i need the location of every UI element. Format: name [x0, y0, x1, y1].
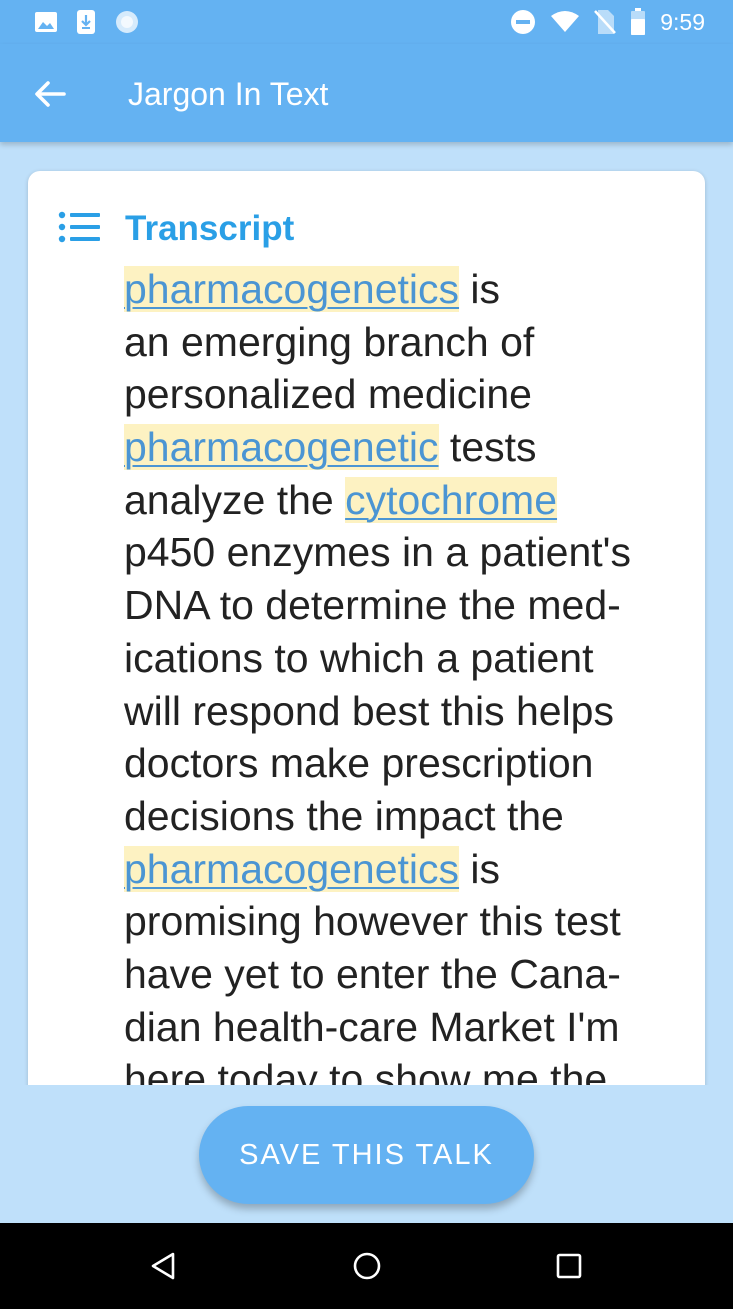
transcript-segment: DNA to determine the med-	[124, 582, 621, 629]
transcript-text: pharmacogenetics is an emerging branch of…	[124, 263, 684, 1106]
transcript-line: p450 enzymes in a patient's	[124, 526, 684, 579]
transcript-line: pharmacogenetics is	[124, 843, 684, 896]
transcript-line: decisions the impact the	[124, 790, 684, 843]
transcript-segment: an emerging branch of	[124, 318, 535, 365]
do-not-disturb-icon	[511, 10, 536, 34]
transcript-segment: is	[459, 845, 501, 892]
transcript-line: doctors make prescription	[124, 737, 684, 790]
transcript-line: promising however this test	[124, 895, 684, 948]
transcript-segment: p450 enzymes in a patient's	[124, 529, 631, 576]
jargon-term[interactable]: pharmacogenetics	[124, 266, 460, 312]
back-triangle-icon	[151, 1252, 175, 1280]
jargon-term[interactable]: pharmacogenetic	[124, 424, 439, 471]
transcript-segment: dian health-care Market I'm	[124, 1003, 620, 1050]
nav-back-button[interactable]	[142, 1244, 186, 1288]
transcript-line: will respond best this helps	[124, 685, 684, 738]
download-icon	[77, 10, 95, 34]
no-sim-icon	[594, 10, 617, 34]
transcript-segment: ications to which a patient	[124, 634, 594, 681]
recents-square-icon	[556, 1253, 582, 1279]
battery-icon	[631, 8, 646, 35]
transcript-segment: personalized medicine	[124, 371, 532, 418]
transcript-line: analyze the cytochrome	[124, 474, 684, 527]
transcript-segment: decisions the impact the	[124, 792, 564, 839]
transcript-line: have yet to enter the Cana-	[124, 948, 684, 1001]
transcript-header: Transcript	[58, 207, 294, 251]
list-icon	[58, 211, 100, 243]
transcript-card: Transcript pharmacogenetics is an emergin…	[28, 171, 705, 1151]
navigation-bar	[0, 1223, 733, 1309]
image-icon	[35, 12, 57, 32]
app-bar: Jargon In Text	[0, 44, 733, 142]
status-bar-notifications	[34, 9, 140, 35]
transcript-segment: is	[459, 266, 501, 312]
transcript-segment: promising however this test	[124, 898, 621, 945]
save-talk-button[interactable]: SAVE THIS TALK	[199, 1106, 534, 1204]
transcript-title: Transcript	[125, 209, 295, 248]
home-circle-icon	[353, 1252, 381, 1280]
transcript-segment: tests	[438, 424, 537, 471]
transcript-line: pharmacogenetics is	[124, 263, 684, 316]
transcript-line: an emerging branch of	[124, 316, 684, 369]
nav-home-button[interactable]	[345, 1244, 389, 1288]
status-bar: 9:59	[0, 0, 733, 44]
status-bar-system: 9:59	[510, 8, 705, 36]
transcript-segment: analyze the	[124, 476, 346, 523]
transcript-line: personalized medicine	[124, 368, 684, 421]
transcript-line: dian health-care Market I'm	[124, 1001, 684, 1054]
jargon-term[interactable]: pharmacogenetics	[124, 845, 460, 892]
status-time: 9:59	[660, 9, 705, 35]
bottom-action-area: SAVE THIS TALK	[0, 1085, 733, 1223]
back-button[interactable]	[26, 70, 74, 118]
transcript-line: ications to which a patient	[124, 632, 684, 685]
transcript-segment: doctors make prescription	[124, 740, 594, 787]
transcript-line: pharmacogenetic tests	[124, 421, 684, 474]
nav-recents-button[interactable]	[547, 1244, 591, 1288]
transcript-line: DNA to determine the med-	[124, 579, 684, 632]
wifi-icon	[551, 11, 580, 32]
page-title: Jargon In Text	[128, 76, 329, 112]
arrow-left-icon	[35, 81, 66, 107]
jargon-term[interactable]: cytochrome	[345, 476, 558, 523]
sync-icon	[116, 11, 138, 33]
transcript-segment: will respond best this helps	[124, 687, 614, 734]
transcript-segment: have yet to enter the Cana-	[124, 950, 621, 997]
